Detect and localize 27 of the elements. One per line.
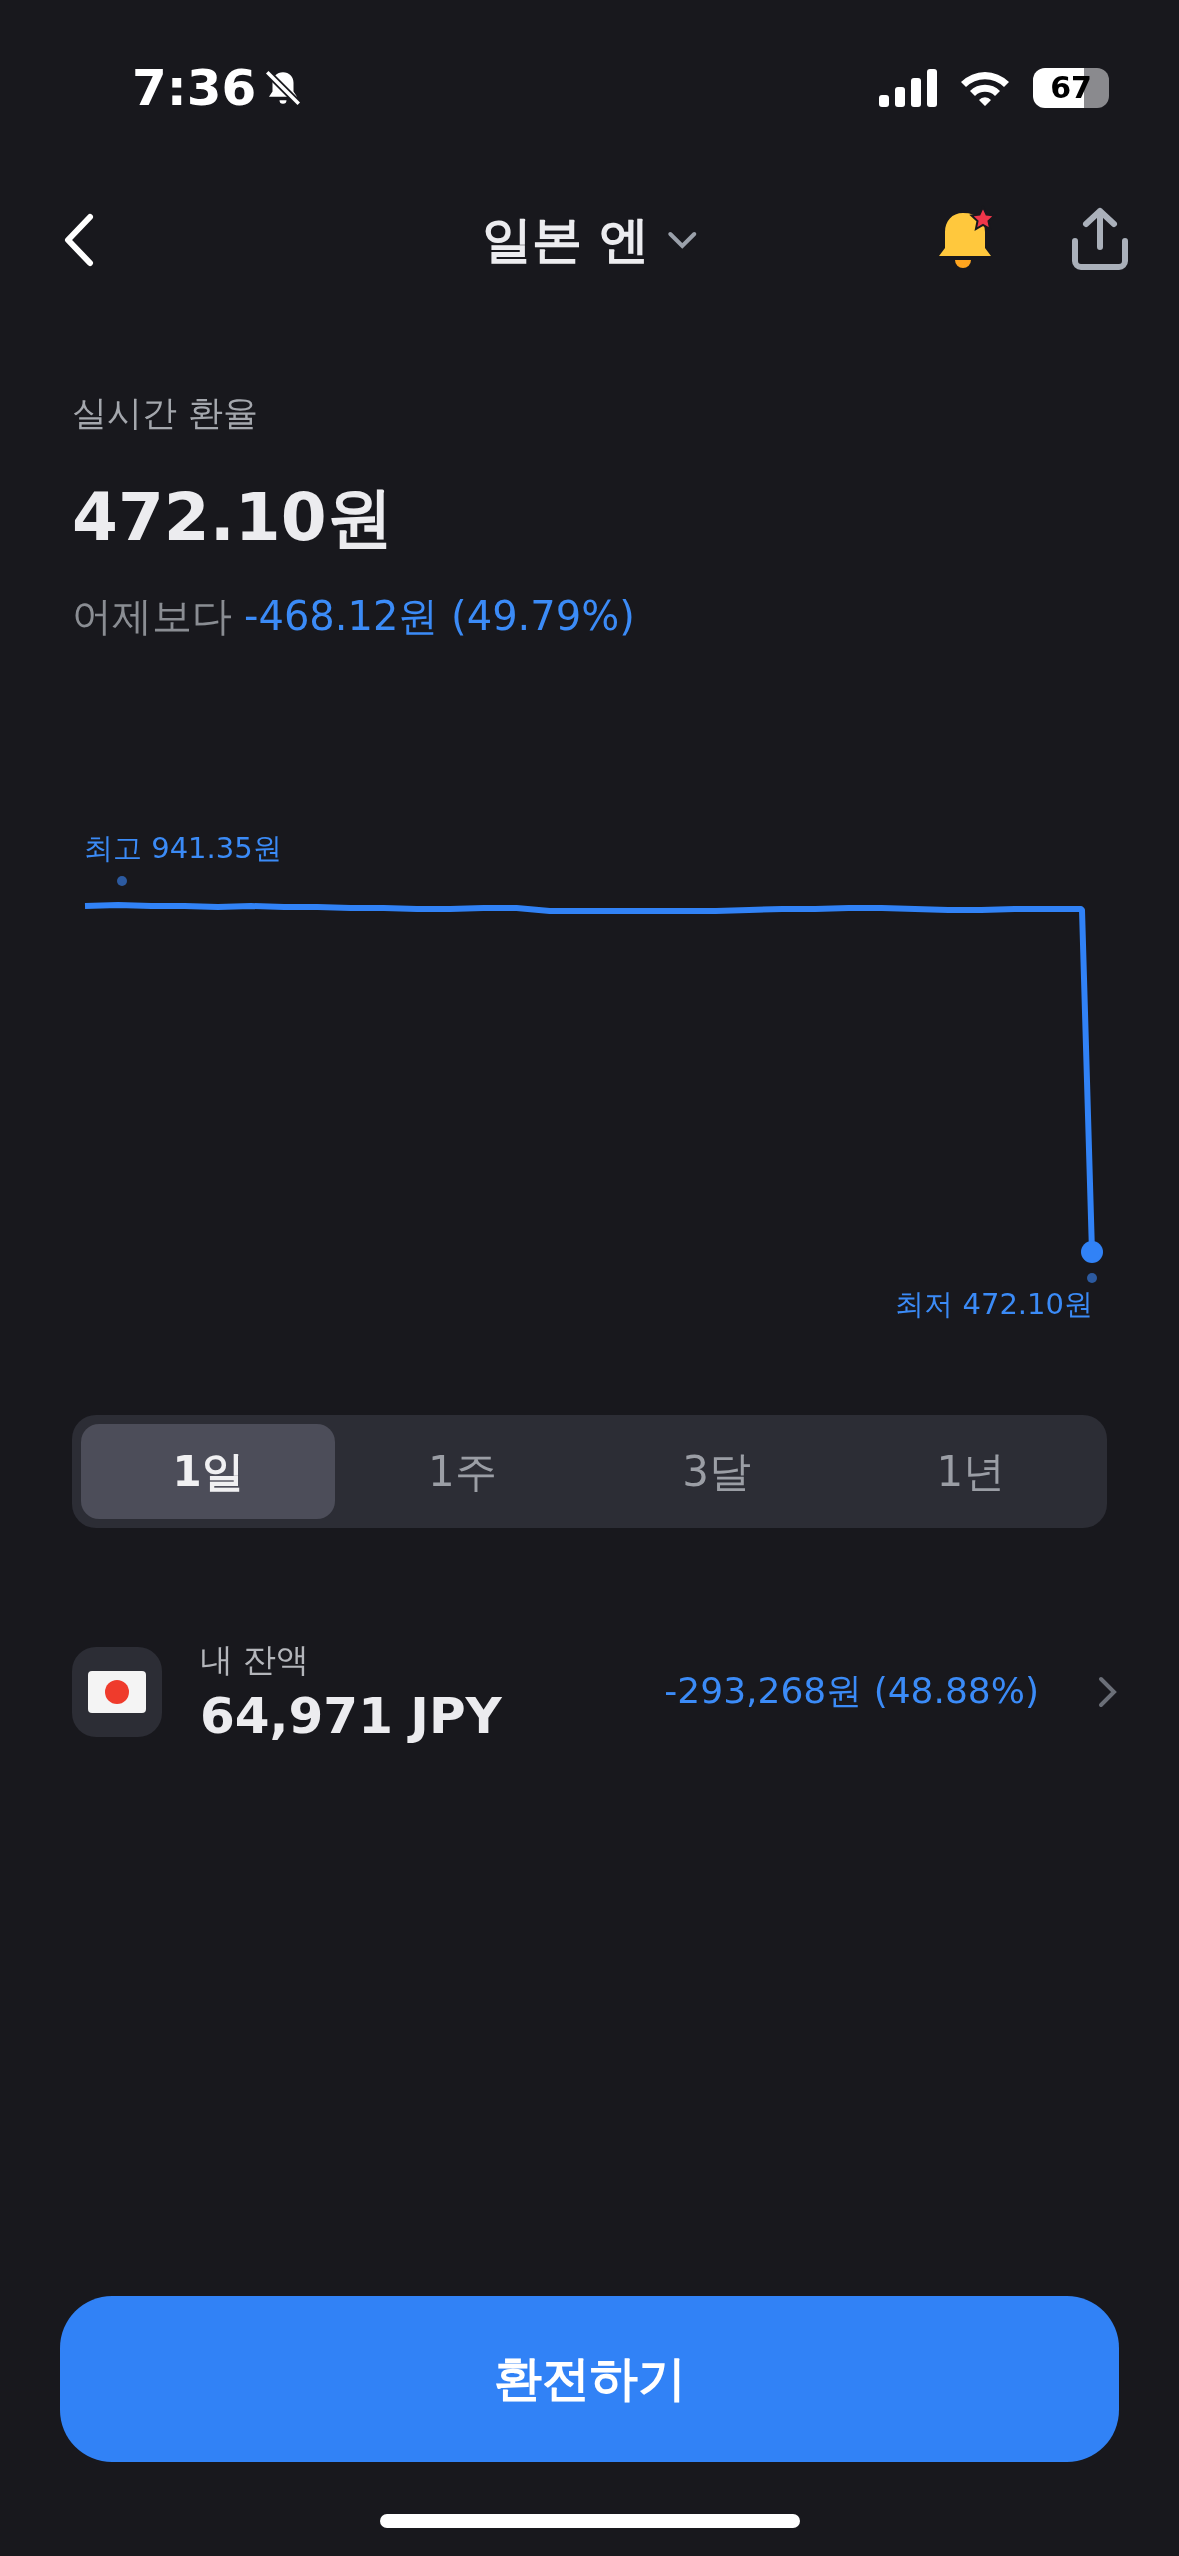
rate-change: -468.12원 (49.79%) xyxy=(244,592,635,641)
period-tab[interactable]: 1일 xyxy=(81,1424,336,1519)
chevron-right-icon xyxy=(1097,1674,1119,1709)
balance-amount: 64,971 JPY xyxy=(200,1687,503,1745)
balance-change: -293,268원 (48.88%) xyxy=(664,1669,1039,1713)
change-label: 어제보다 xyxy=(72,592,232,641)
low-point-marker xyxy=(1087,1273,1097,1283)
high-label: 최고 941.35원 xyxy=(83,830,283,867)
japan-flag-icon xyxy=(72,1646,162,1737)
battery-icon: 67 xyxy=(1033,67,1109,108)
rate-label: 실시간 환율 xyxy=(72,392,260,435)
balance-row[interactable]: 내 잔액 64,971 JPY -293,268원 (48.88%) xyxy=(0,1638,1179,1745)
low-label: 최저 472.10원 xyxy=(895,1286,1093,1323)
high-point-marker xyxy=(117,876,127,886)
balance-label: 내 잔액 xyxy=(200,1639,311,1681)
current-point-marker xyxy=(1081,1241,1103,1263)
rate-value: 472.10원 xyxy=(72,478,394,558)
share-icon[interactable] xyxy=(1069,207,1131,273)
status-time: 7:36 xyxy=(132,58,257,117)
signal-icon xyxy=(879,68,937,107)
chevron-down-icon xyxy=(667,230,698,250)
back-icon[interactable] xyxy=(62,213,96,267)
period-tab[interactable]: 1주 xyxy=(335,1424,590,1519)
exchange-button[interactable]: 환전하기 xyxy=(60,2296,1119,2462)
currency-selector[interactable]: 일본 엔 xyxy=(481,206,698,274)
period-tab[interactable]: 3달 xyxy=(589,1424,844,1519)
period-tab[interactable]: 1년 xyxy=(843,1424,1098,1519)
